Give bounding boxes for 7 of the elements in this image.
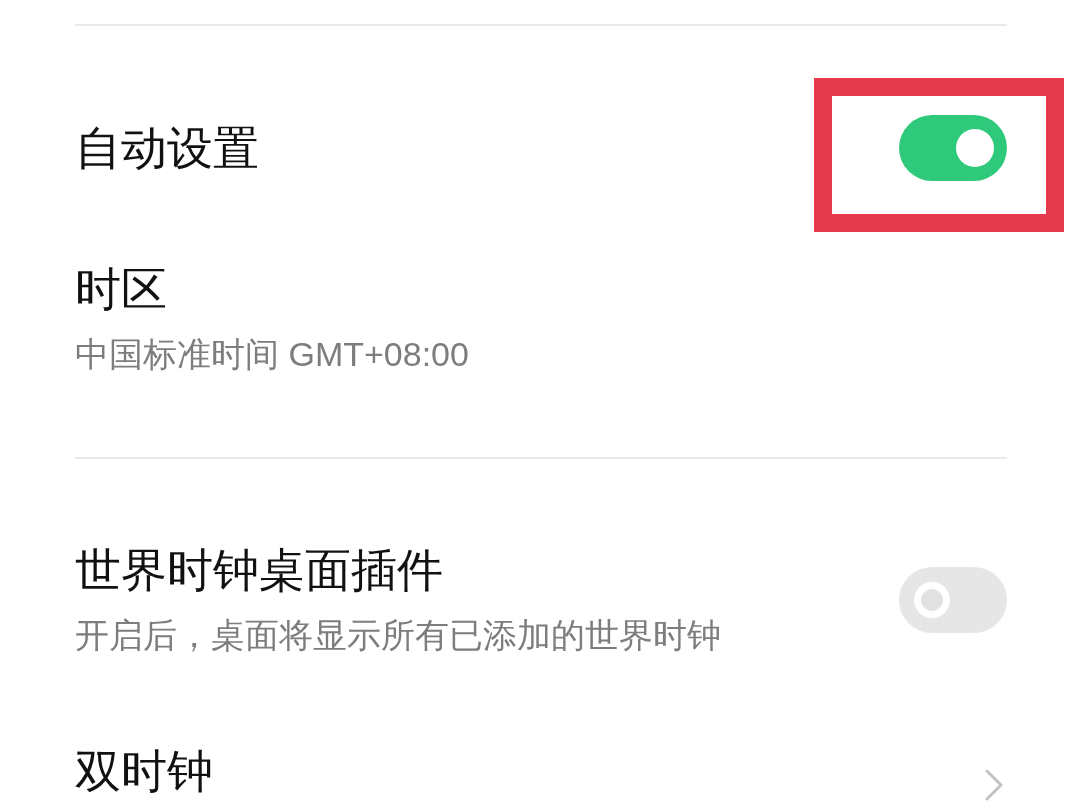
setting-title: 自动设置 [75, 123, 259, 173]
setting-title[interactable]: 双时钟 [75, 746, 213, 796]
chevron-right-icon [985, 769, 1003, 801]
setting-title: 世界时钟桌面插件 [75, 545, 443, 595]
setting-description: 中国标准时间 GMT+08:00 [75, 334, 469, 374]
setting-title[interactable]: 时区 [75, 264, 167, 314]
setting-description: 开启后，桌面将显示所有已添加的世界时钟 [75, 615, 721, 655]
